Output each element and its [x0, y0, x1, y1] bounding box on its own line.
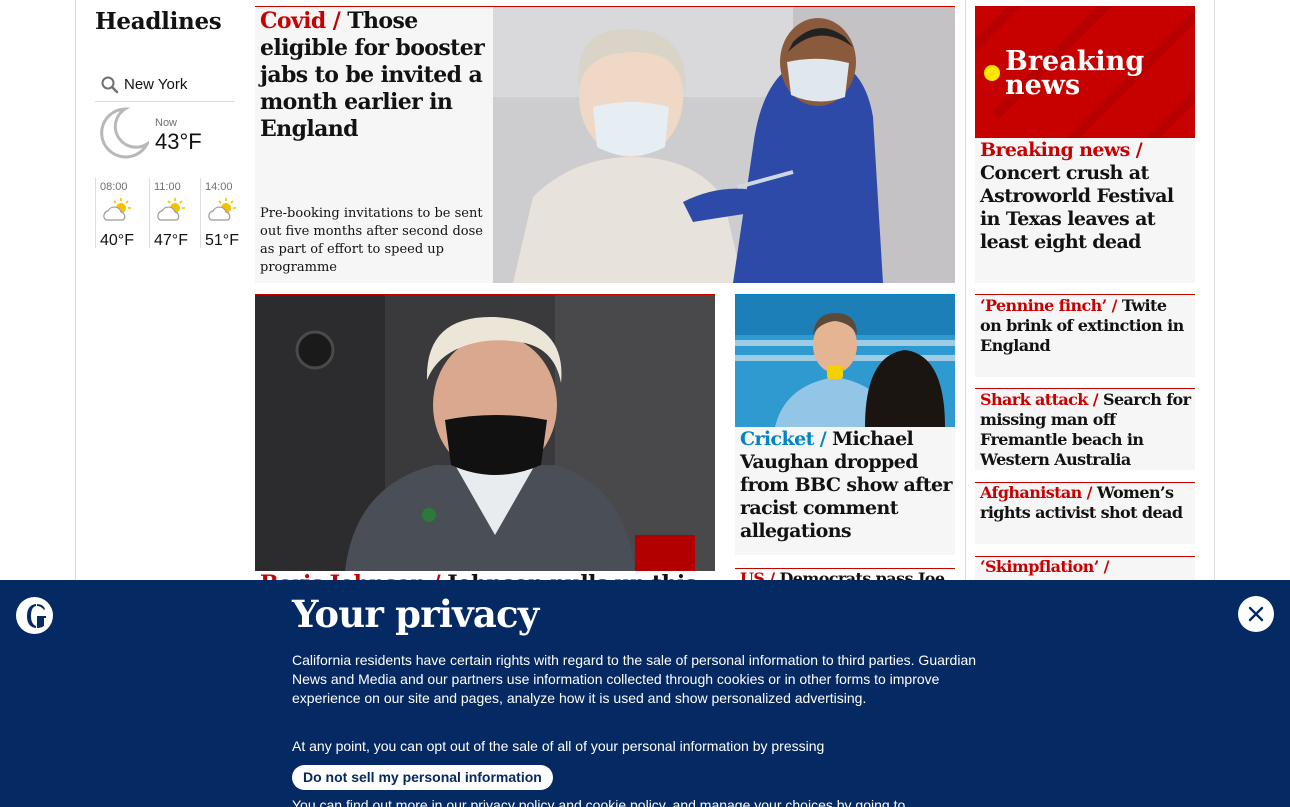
news-image-text: news [1005, 70, 1080, 101]
cricket-photo[interactable] [735, 295, 955, 427]
side-story[interactable]: ‘Skimpflation’ / [980, 557, 1192, 577]
side-story[interactable]: ‘Pennine finch’ / Twite on brink of exti… [980, 296, 1192, 356]
forecast-item: 14:00 51°F [200, 178, 240, 248]
close-button[interactable] [1238, 596, 1274, 632]
breaking-news-graphic[interactable]: Breaking news [975, 6, 1195, 138]
close-icon [1248, 606, 1264, 622]
story-kicker: Breaking news / [980, 139, 1143, 161]
forecast-item: 08:00 40°F [95, 178, 145, 248]
side-story[interactable]: Afghanistan / Women’s rights activist sh… [980, 483, 1192, 523]
story-title: Democrats pass Joe [779, 569, 946, 580]
now-label: Now [155, 117, 178, 129]
sun-behind-cloud-icon [157, 198, 185, 221]
us-headline[interactable]: US / Democrats pass Joe [740, 569, 952, 580]
story-kicker: Shark attack / [980, 390, 1099, 409]
forecast-time: 11:00 [154, 181, 181, 193]
johnson-photo[interactable] [255, 295, 715, 571]
privacy-body: California residents have certain rights… [292, 652, 977, 706]
forecast-temp: 47°F [154, 232, 188, 248]
forecast-item: 11:00 47°F [149, 178, 199, 248]
weather-location: New York [124, 76, 188, 93]
weather-widget: New York Now 43°F [95, 68, 235, 172]
forecast-time: 14:00 [205, 181, 233, 193]
story-kicker: Cricket / [740, 428, 827, 450]
story-kicker: ‘Skimpflation’ / [980, 557, 1110, 576]
privacy-title: Your privacy [292, 592, 539, 636]
story-kicker: US / [740, 569, 775, 580]
guardian-logo-icon [16, 597, 53, 634]
side-story[interactable]: Shark attack / Search for missing man of… [980, 390, 1192, 470]
now-temperature: 43°F [155, 129, 202, 154]
privacy-banner: Your privacy California residents have c… [0, 580, 1290, 807]
sun-behind-cloud-icon [208, 198, 236, 221]
covid-headline[interactable]: Covid / Those eligible for booster jabs … [260, 8, 490, 143]
covid-standfirst: Pre-booking invitations to be sent out f… [260, 206, 483, 275]
sun-behind-cloud-icon [103, 198, 131, 221]
forecast-temp: 40°F [100, 232, 134, 248]
story-kicker: Afghanistan / [980, 483, 1093, 502]
story-kicker: Covid / [260, 8, 341, 34]
section-title: Headlines [95, 8, 222, 35]
forecast-time: 08:00 [100, 181, 128, 193]
do-not-sell-button[interactable]: Do not sell my personal information [292, 765, 553, 790]
cricket-headline[interactable]: Cricket / Michael Vaughan dropped from B… [740, 428, 953, 543]
weather-forecast: 08:00 40°F 11:00 47°F 14:00 51°F [95, 178, 240, 248]
privacy-more-info-text: You can find out more in our privacy pol… [292, 797, 906, 807]
weather-location-input[interactable]: New York [95, 68, 235, 102]
search-icon [101, 76, 119, 93]
privacy-opt-out-text: At any point, you can opt out of the sal… [292, 738, 825, 754]
story-title: Concert crush at Astroworld Festival in … [980, 162, 1174, 253]
crescent-moon-icon [100, 107, 149, 159]
covid-vaccination-photo[interactable] [493, 7, 955, 283]
weather-now: Now 43°F [95, 102, 235, 172]
story-kicker: ‘Pennine finch’ / [980, 296, 1117, 315]
breaking-headline[interactable]: Breaking news / Concert crush at Astrowo… [980, 139, 1192, 254]
forecast-temp: 51°F [205, 232, 239, 248]
